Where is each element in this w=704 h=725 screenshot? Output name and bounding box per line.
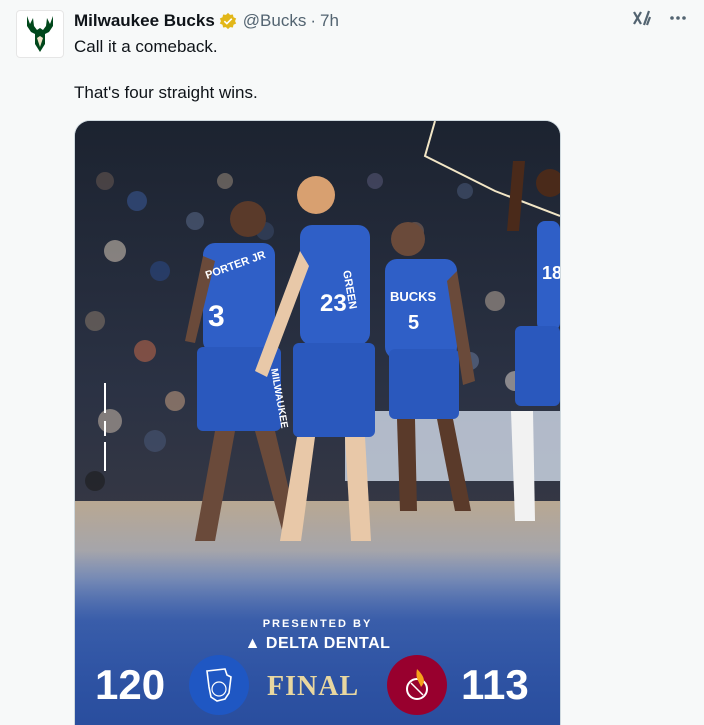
more-options-icon[interactable] bbox=[668, 8, 688, 28]
tweet-line: Call it a comeback. bbox=[74, 37, 218, 56]
header-actions bbox=[632, 8, 688, 28]
timestamp[interactable]: 7h bbox=[320, 11, 339, 31]
heat-team-logo-icon bbox=[387, 655, 447, 715]
sponsor-name: DELTA DENTAL bbox=[265, 635, 391, 652]
jersey-number: 3 bbox=[208, 300, 225, 333]
tweet-line: That's four straight wins. bbox=[74, 83, 258, 102]
away-score: 113 bbox=[461, 661, 529, 708]
presented-by-label: PRESENTED BY bbox=[262, 618, 373, 630]
author-name[interactable]: Milwaukee Bucks bbox=[74, 11, 215, 31]
tweet-media-image[interactable]: 3 23 5 18 PORTER JR GREEN BUCKS MILWAUKE… bbox=[74, 120, 561, 725]
bucks-deer-logo-icon bbox=[27, 16, 53, 52]
sponsor-logo: ▲ DELTA DENTAL bbox=[75, 635, 560, 653]
home-score: 120 bbox=[95, 661, 166, 708]
jersey-number: 23 bbox=[320, 290, 347, 317]
bucks-team-logo-icon bbox=[189, 655, 249, 715]
avatar[interactable] bbox=[16, 10, 64, 58]
tweet-header: Milwaukee Bucks @Bucks · 7h bbox=[74, 10, 339, 32]
author-handle[interactable]: @Bucks bbox=[243, 11, 307, 31]
verified-badge-icon bbox=[219, 12, 237, 30]
delta-triangle-icon: ▲ bbox=[244, 635, 261, 652]
grok-icon[interactable] bbox=[632, 8, 652, 28]
jersey-number: 18 bbox=[542, 263, 560, 283]
jersey-number: 5 bbox=[408, 312, 419, 334]
final-label: FINAL bbox=[267, 671, 360, 702]
separator: · bbox=[310, 11, 317, 30]
tweet-text: Call it a comeback. That's four straight… bbox=[74, 36, 674, 104]
jersey-lettering: BUCKS bbox=[390, 289, 437, 304]
